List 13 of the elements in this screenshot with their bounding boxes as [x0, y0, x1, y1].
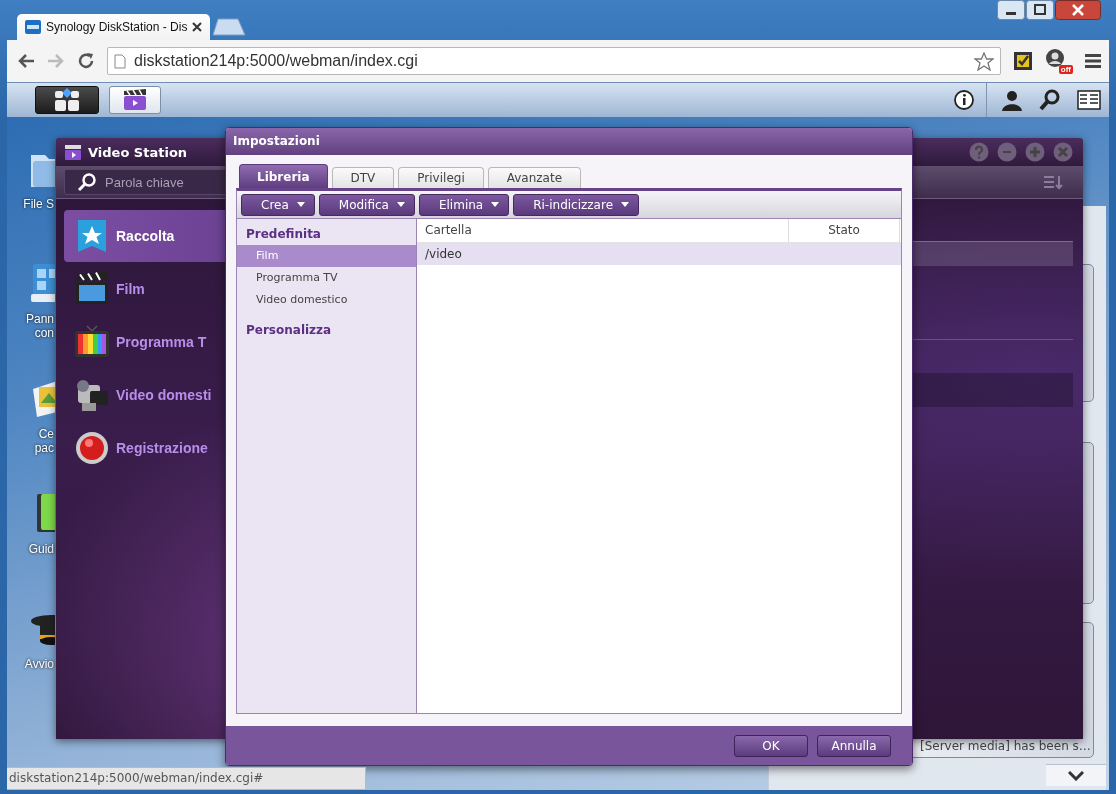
badge: off — [1058, 65, 1073, 74]
window-title: Video Station — [88, 144, 188, 160]
status-url: diskstation214p:5000/webman/index.cgi# — [7, 767, 366, 790]
icon-label: Guid — [28, 542, 54, 556]
notification-text: [Server media] has been s… — [920, 739, 1091, 753]
icon-label: Avvio — [24, 657, 54, 671]
tab-title: Synology DiskStation - Dis — [46, 20, 188, 34]
icon-label: Pann con — [25, 312, 54, 340]
url-text: diskstation214p:5000/webman/index.cgi — [134, 52, 418, 70]
dialog-title: Impostazioni — [226, 128, 912, 155]
icon-label: Ce pac — [34, 427, 54, 455]
table-cell-text: /video — [424, 246, 463, 263]
icon-label: File S — [23, 197, 54, 211]
